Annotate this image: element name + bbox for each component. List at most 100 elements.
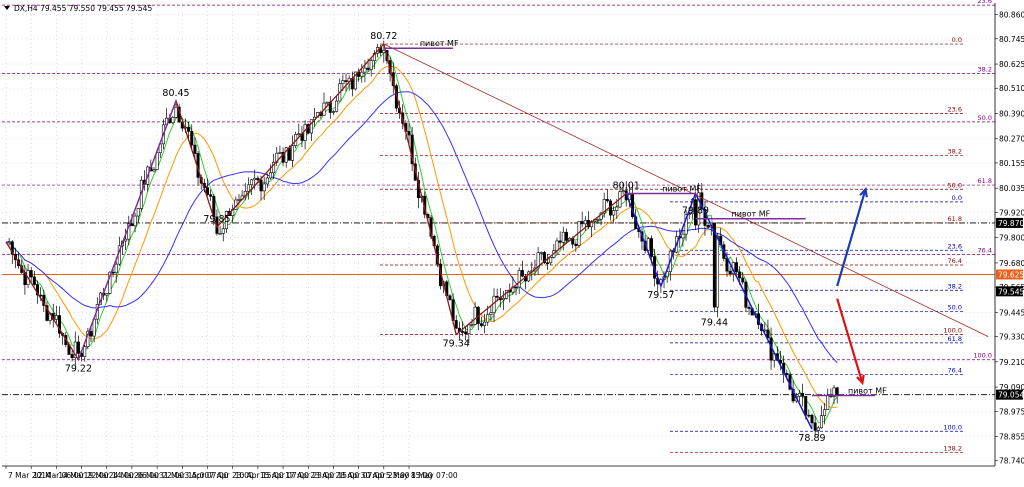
candle-body [479,323,483,326]
candle-body [454,320,458,329]
candle-body [363,67,367,73]
candle-body [539,252,543,254]
candle-body [561,231,565,243]
candle-body [514,286,518,289]
candle-body [546,262,550,265]
candle-body [649,238,653,257]
candle-body [237,198,241,201]
candle-body [133,215,137,227]
price-tick-label: 80.745 [999,35,1024,44]
candle-body [448,295,452,301]
candle-body [483,321,487,326]
candle-body [473,306,477,325]
fib-level-label: 0.0 [952,194,962,202]
fib-level-label: 61.8 [948,335,962,343]
candle-body [612,210,616,216]
candle-body [564,231,568,241]
candle-body [797,393,801,397]
fib-level-label: 38.2 [948,148,962,156]
fib-level-label: 76.4 [948,257,962,265]
candle-body [816,427,820,431]
candle-body [520,270,524,277]
price-tick-label: 79.800 [999,234,1024,243]
candle-body [615,206,619,211]
candle-body [152,169,156,172]
price-tick-label: 78.740 [999,457,1024,466]
candle-body [555,240,559,251]
price-tag-label: 79.545 [998,287,1024,296]
candle-body [716,235,720,308]
fib-level-label: 23.6 [978,0,992,5]
candle-body [580,221,584,225]
candle-body [712,222,716,308]
candle-body [549,257,553,264]
swing-point-label: 79.85 [203,214,230,225]
fib-level-label: 23.6 [948,242,962,250]
price-tick-label: 80.270 [999,135,1024,144]
price-chart[interactable]: 23.6 38.2 61.8 76.4 100.0 0.0 23.6 38.2 50.0 61.8… [0,0,1024,482]
fib-level-label: 138.2 [943,444,962,452]
candle-body [105,293,109,296]
price-tick-label: 80.625 [999,60,1024,69]
candle-body [461,331,465,333]
fib-level-label: 50.0 [948,303,962,311]
candle-body [738,271,742,279]
candle-body [32,276,36,285]
candle-body [218,233,222,235]
candle-body [174,106,178,118]
candle-body [835,387,839,397]
candle-body [681,233,685,239]
candle-body [259,179,263,192]
candle-body [407,131,411,136]
candle-body [29,270,33,278]
fib-level-label: 61.8 [978,177,992,185]
symbol-header: DX,H4 79.455 79.550 79.455 79.545 [4,4,152,13]
fib-level-label: 100.0 [943,423,962,431]
candle-body [291,145,295,161]
candle-body [583,220,587,225]
fib-level-label: 50.0 [978,114,992,122]
price-tick-label: 78.975 [999,407,1024,416]
candle-body [495,295,499,298]
swing-point-label: 80.72 [370,31,397,42]
candle-body [489,312,493,316]
candle-body [360,71,364,77]
time-tick-label: 8 May 07:00 [411,471,458,480]
fib-level-label: 100.0 [973,352,992,360]
fib-level-label: 76.4 [978,246,992,254]
fib-level-label: 23.6 [948,105,962,113]
price-tick-label: 79.330 [999,333,1024,342]
candle-body [7,241,11,244]
candle-body [221,228,225,234]
price-tag-label: 79.870 [998,219,1024,228]
candle-body [325,101,329,104]
candle-body [382,50,386,54]
candle-body [706,225,710,228]
price-tick-label: 80.860 [999,11,1024,20]
price-tick-label: 80.035 [999,184,1024,193]
candle-body [89,330,93,337]
price-tick-label: 80.390 [999,109,1024,118]
candle-body [486,314,490,323]
candle-body [262,183,266,192]
candle-body [130,223,134,227]
candle-body [467,324,471,335]
price-tick-label: 80.510 [999,84,1024,93]
candle-body [124,238,128,242]
candle-body [826,394,830,410]
candle-body [335,100,339,112]
candle-body [558,240,562,243]
price-tick-label: 79.445 [999,308,1024,317]
fib-level-label: 38.2 [948,282,962,290]
candle-body [287,147,291,161]
swing-point-label: 79.89 [682,206,709,217]
swing-point-label: 79.34 [443,338,470,349]
candle-body [70,354,74,359]
candle-body [209,194,213,197]
pivot-label: пивот MF [420,39,459,48]
candle-body [190,131,194,146]
swing-point-label: 79.22 [65,364,92,375]
fib-level-label: 0.0 [952,36,962,44]
candle-body [813,422,817,431]
pivot-label: пивот MF [732,210,771,219]
